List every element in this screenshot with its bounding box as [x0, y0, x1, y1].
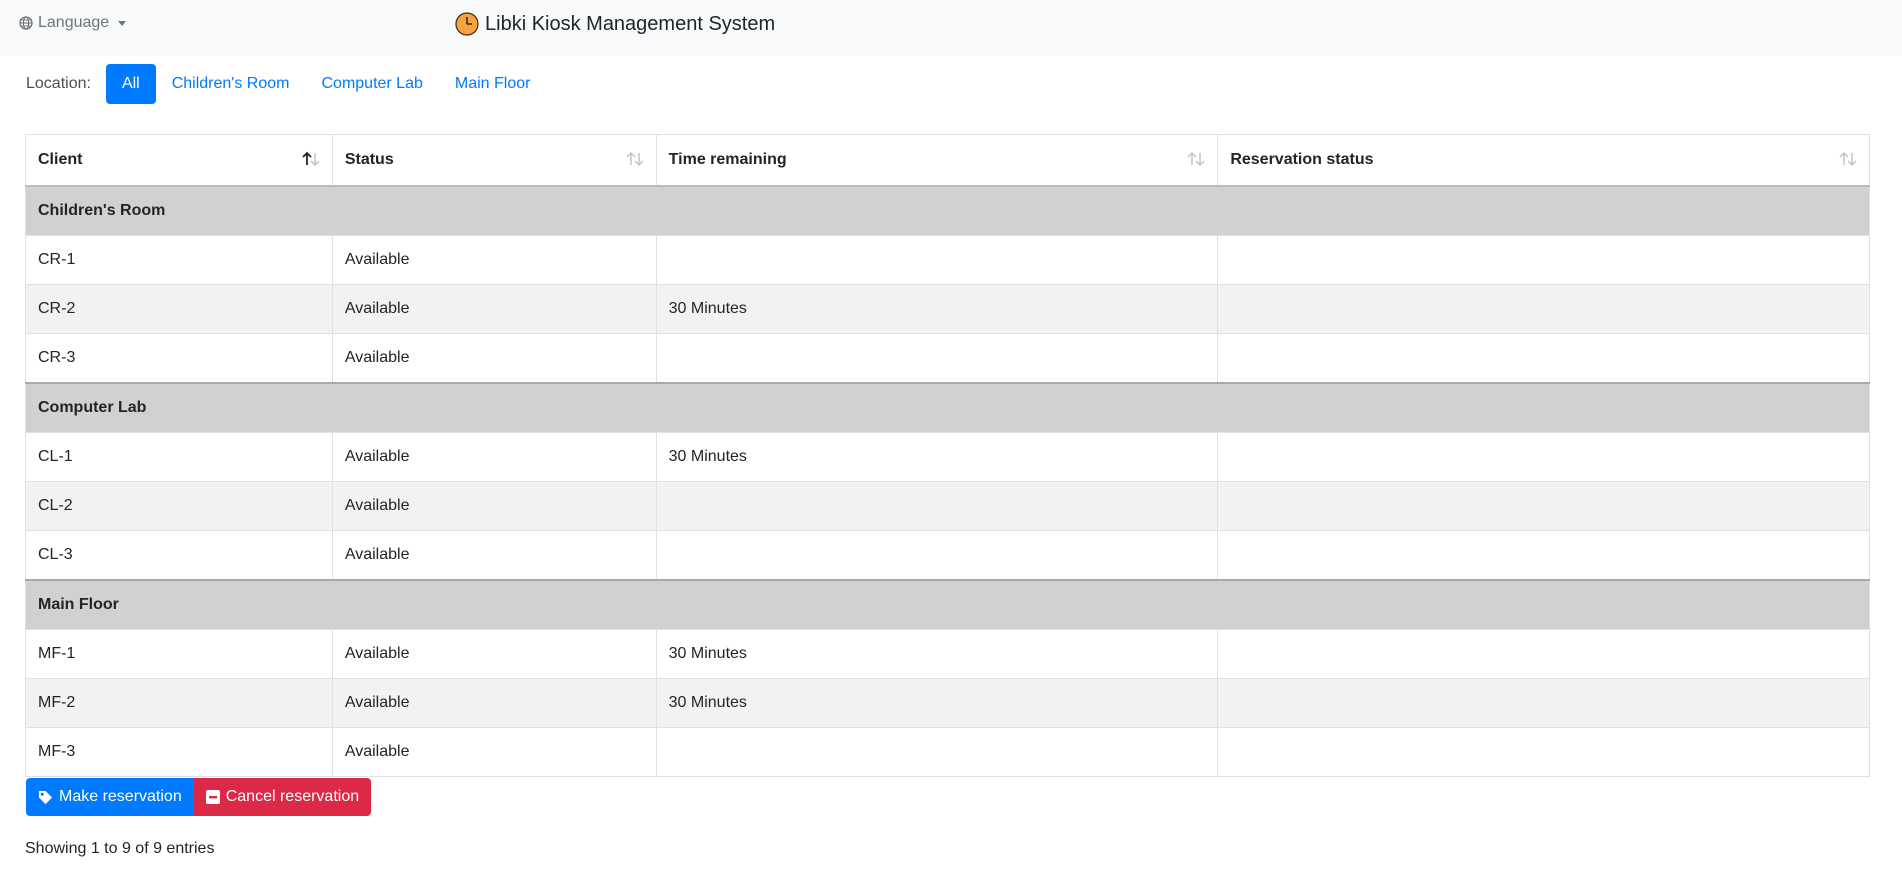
globe-icon: [19, 16, 33, 30]
reservation-actions: Make reservation Cancel reservation: [26, 778, 372, 816]
table-row[interactable]: CR-3 Available: [25, 333, 1870, 384]
column-header-status[interactable]: Status: [331, 134, 657, 187]
column-header-reservation-status[interactable]: Reservation status: [1217, 134, 1870, 187]
reservation-status-cell: [1217, 629, 1870, 679]
cancel-reservation-label: Cancel reservation: [225, 788, 360, 805]
table-info: Showing 1 to 9 of 9 entries: [25, 840, 215, 857]
column-header-time-remaining[interactable]: Time remaining: [655, 134, 1219, 187]
location-all-pill[interactable]: All: [105, 64, 156, 104]
group-label: Main Floor: [25, 579, 1870, 630]
client-cell: CR-3: [25, 333, 333, 384]
reservation-status-cell: [1217, 530, 1870, 581]
language-dropdown[interactable]: Language: [19, 13, 127, 33]
minus-square-icon: [205, 790, 220, 804]
caret-down-icon: [118, 20, 127, 26]
location-childrens-room-pill[interactable]: Children's Room: [156, 64, 306, 104]
status-cell: Available: [331, 432, 657, 482]
column-label: Reservation status: [1230, 151, 1374, 168]
cancel-reservation-button[interactable]: Cancel reservation: [193, 778, 372, 816]
time-remaining-cell: [655, 727, 1219, 777]
status-cell: Available: [331, 678, 657, 728]
clock-icon: [455, 12, 479, 36]
status-cell: Available: [331, 727, 657, 777]
location-label: Location:: [26, 75, 91, 92]
location-computer-lab-pill[interactable]: Computer Lab: [305, 64, 438, 104]
client-cell: MF-2: [25, 678, 333, 728]
table-header-row: Client Status Time remaining Reservation…: [25, 134, 1870, 187]
time-remaining-cell: 30 Minutes: [655, 432, 1219, 482]
table-row[interactable]: CL-1 Available 30 Minutes: [25, 432, 1870, 482]
reservation-status-cell: [1217, 333, 1870, 384]
status-cell: Available: [331, 235, 657, 285]
client-cell: CR-2: [25, 284, 333, 334]
table-row[interactable]: MF-3 Available: [25, 727, 1870, 777]
app-brand: Libki Kiosk Management System: [455, 10, 775, 38]
table-row[interactable]: CR-2 Available 30 Minutes: [25, 284, 1870, 334]
time-remaining-cell: [655, 481, 1219, 531]
time-remaining-cell: [655, 333, 1219, 384]
client-cell: MF-1: [25, 629, 333, 679]
location-main-floor-pill[interactable]: Main Floor: [439, 64, 547, 104]
sort-icon: [1187, 151, 1205, 167]
table-row[interactable]: CL-2 Available: [25, 481, 1870, 531]
reservation-status-cell: [1217, 481, 1870, 531]
group-row-childrens-room: Children's Room: [25, 185, 1870, 236]
reservation-status-cell: [1217, 284, 1870, 334]
group-row-main-floor: Main Floor: [25, 579, 1870, 630]
group-label: Children's Room: [25, 185, 1870, 236]
reservation-status-cell: [1217, 678, 1870, 728]
column-label: Client: [38, 151, 83, 168]
table-row[interactable]: CL-3 Available: [25, 530, 1870, 581]
sort-icon: [626, 151, 644, 167]
table-row[interactable]: CR-1 Available: [25, 235, 1870, 285]
group-row-computer-lab: Computer Lab: [25, 382, 1870, 433]
client-cell: MF-3: [25, 727, 333, 777]
app-title: Libki Kiosk Management System: [485, 12, 776, 35]
column-label: Status: [344, 151, 394, 168]
client-cell: CR-1: [25, 235, 333, 285]
status-cell: Available: [331, 284, 657, 334]
status-cell: Available: [331, 530, 657, 581]
status-cell: Available: [331, 629, 657, 679]
reservation-status-cell: [1217, 727, 1870, 777]
client-cell: CL-2: [25, 481, 333, 531]
top-navbar: Language Libki Kiosk Management System: [0, 0, 1902, 56]
client-cell: CL-3: [25, 530, 333, 581]
column-label: Time remaining: [668, 151, 787, 168]
status-cell: Available: [331, 333, 657, 384]
time-remaining-cell: 30 Minutes: [655, 678, 1219, 728]
clients-table: Client Status Time remaining Reservation…: [25, 134, 1870, 777]
time-remaining-cell: [655, 530, 1219, 581]
make-reservation-label: Make reservation: [59, 788, 182, 805]
sort-icon: [1839, 151, 1857, 167]
time-remaining-cell: 30 Minutes: [655, 629, 1219, 679]
client-cell: CL-1: [25, 432, 333, 482]
reservation-status-cell: [1217, 235, 1870, 285]
language-label: Language: [38, 14, 110, 31]
table-row[interactable]: MF-1 Available 30 Minutes: [25, 629, 1870, 679]
make-reservation-button[interactable]: Make reservation: [26, 778, 194, 816]
status-cell: Available: [331, 481, 657, 531]
sort-ascending-icon: [302, 151, 320, 167]
table-row[interactable]: MF-2 Available 30 Minutes: [25, 678, 1870, 728]
location-filter: Location: All Children's Room Computer L…: [26, 64, 546, 104]
reservation-status-cell: [1217, 432, 1870, 482]
time-remaining-cell: 30 Minutes: [655, 284, 1219, 334]
group-label: Computer Lab: [25, 382, 1870, 433]
time-remaining-cell: [655, 235, 1219, 285]
tag-icon: [38, 790, 53, 804]
column-header-client[interactable]: Client: [25, 134, 333, 187]
